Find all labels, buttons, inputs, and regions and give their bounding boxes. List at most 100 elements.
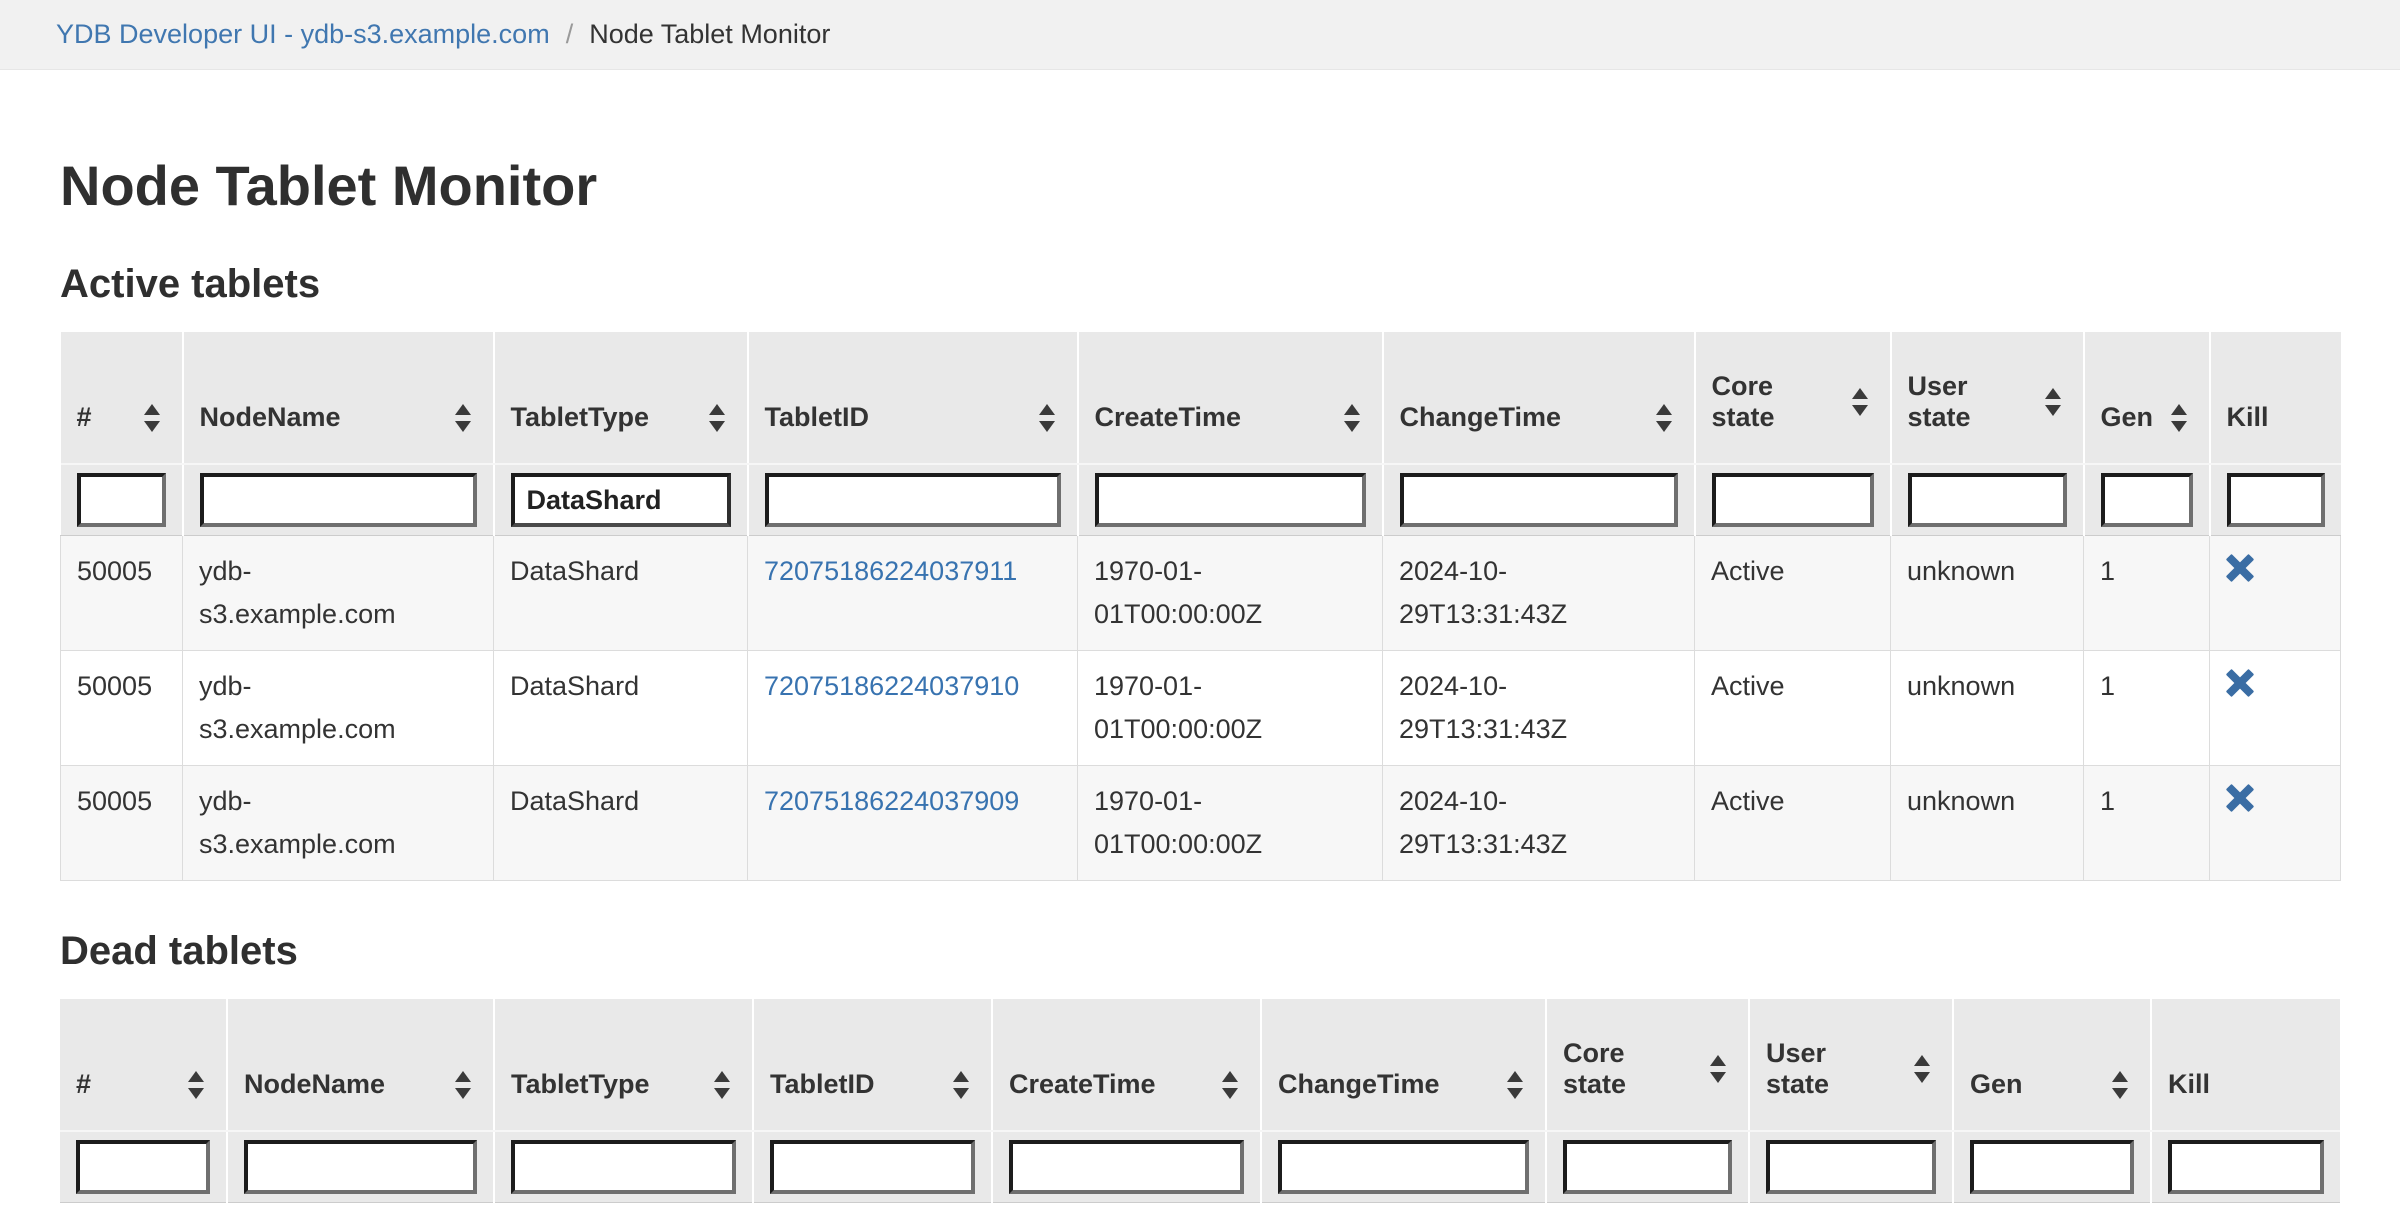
cell-corestate: Active — [1695, 651, 1891, 766]
dead-col-header-nodename[interactable]: NodeName — [227, 999, 494, 1131]
breadcrumb: YDB Developer UI - ydb-s3.example.com / … — [0, 0, 2400, 70]
sort-icon — [1222, 1071, 1238, 1099]
kill-button[interactable] — [2226, 784, 2254, 812]
dead-col-header-changetime[interactable]: ChangeTime — [1261, 999, 1546, 1131]
sort-icon — [2045, 388, 2061, 416]
active-filter-gen[interactable] — [2101, 473, 2193, 527]
breadcrumb-separator: / — [566, 19, 574, 50]
cell-createtime: 1970-01-01T00:00:00Z — [1078, 536, 1383, 651]
dead-col-header-corestate[interactable]: Core state — [1546, 999, 1749, 1131]
sort-icon — [455, 404, 471, 432]
kill-button[interactable] — [2226, 554, 2254, 582]
active-col-header-num[interactable]: # — [61, 332, 183, 464]
active-col-header-userstate[interactable]: User state — [1891, 332, 2084, 464]
dead-header-row: # NodeName TabletType TabletID CreateTim… — [60, 999, 2340, 1131]
tablet-id-link[interactable]: 72075186224037909 — [764, 786, 1019, 816]
sort-icon — [1710, 1055, 1726, 1083]
active-filter-changetime[interactable] — [1400, 473, 1678, 527]
dead-col-header-num[interactable]: # — [60, 999, 227, 1131]
dead-filter-createtime[interactable] — [1009, 1140, 1244, 1194]
cell-nodename: ydb-s3.example.com — [183, 536, 494, 651]
sort-icon — [1914, 1055, 1930, 1083]
active-col-header-kill: Kill — [2210, 332, 2341, 464]
dead-filter-num[interactable] — [76, 1140, 210, 1194]
dead-filter-gen[interactable] — [1970, 1140, 2134, 1194]
sort-icon — [1507, 1071, 1523, 1099]
active-col-header-tablettype[interactable]: TabletType — [494, 332, 748, 464]
dead-filter-row — [60, 1131, 2340, 1203]
cell-changetime: 2024-10-29T13:31:43Z — [1383, 766, 1695, 881]
dead-tablets-heading: Dead tablets — [60, 929, 2340, 973]
cell-nodename: ydb-s3.example.com — [183, 766, 494, 881]
dead-filter-kill[interactable] — [2168, 1140, 2324, 1194]
cell-num: 50005 — [61, 651, 183, 766]
sort-icon — [188, 1071, 204, 1099]
cell-changetime: 2024-10-29T13:31:43Z — [1383, 651, 1695, 766]
tablet-id-link[interactable]: 72075186224037910 — [764, 671, 1019, 701]
dead-col-header-kill: Kill — [2151, 999, 2340, 1131]
page-content: Node Tablet Monitor Active tablets # Nod… — [0, 158, 2400, 1203]
sort-icon — [709, 404, 725, 432]
active-filter-nodename[interactable] — [200, 473, 477, 527]
cell-gen: 1 — [2084, 651, 2210, 766]
dead-filter-corestate[interactable] — [1563, 1140, 1732, 1194]
dead-filter-userstate[interactable] — [1766, 1140, 1936, 1194]
table-row: 50005 ydb-s3.example.com DataShard 72075… — [61, 766, 2341, 881]
cell-createtime: 1970-01-01T00:00:00Z — [1078, 766, 1383, 881]
breadcrumb-root-link[interactable]: YDB Developer UI - ydb-s3.example.com — [56, 19, 550, 50]
sort-icon — [1344, 404, 1360, 432]
cell-tabletid: 72075186224037911 — [748, 536, 1078, 651]
cell-userstate: unknown — [1891, 651, 2084, 766]
cell-kill — [2210, 536, 2341, 651]
active-col-header-createtime[interactable]: CreateTime — [1078, 332, 1383, 464]
cell-kill — [2210, 766, 2341, 881]
active-filter-kill[interactable] — [2227, 473, 2325, 527]
dead-filter-changetime[interactable] — [1278, 1140, 1529, 1194]
dead-col-header-tablettype[interactable]: TabletType — [494, 999, 753, 1131]
dead-col-header-tabletid[interactable]: TabletID — [753, 999, 992, 1131]
cell-changetime: 2024-10-29T13:31:43Z — [1383, 536, 1695, 651]
cell-tabletid: 72075186224037909 — [748, 766, 1078, 881]
cell-kill — [2210, 651, 2341, 766]
active-col-header-tabletid[interactable]: TabletID — [748, 332, 1078, 464]
dead-col-header-createtime[interactable]: CreateTime — [992, 999, 1261, 1131]
cell-userstate: unknown — [1891, 766, 2084, 881]
page-title: Node Tablet Monitor — [60, 158, 2340, 214]
dead-col-header-gen[interactable]: Gen — [1953, 999, 2151, 1131]
sort-icon — [2171, 404, 2187, 432]
active-filter-tablettype[interactable] — [511, 473, 731, 527]
dead-filter-nodename[interactable] — [244, 1140, 477, 1194]
active-col-header-corestate[interactable]: Core state — [1695, 332, 1891, 464]
dead-filter-tablettype[interactable] — [511, 1140, 736, 1194]
active-filter-corestate[interactable] — [1712, 473, 1874, 527]
active-tablets-table: # NodeName TabletType TabletID CreateTim… — [60, 332, 2341, 881]
active-filter-userstate[interactable] — [1908, 473, 2067, 527]
tablet-id-link[interactable]: 72075186224037911 — [764, 556, 1017, 586]
dead-filter-tabletid[interactable] — [770, 1140, 975, 1194]
cell-nodename: ydb-s3.example.com — [183, 651, 494, 766]
active-filter-num[interactable] — [77, 473, 166, 527]
cell-tabletid: 72075186224037910 — [748, 651, 1078, 766]
dead-col-header-userstate[interactable]: User state — [1749, 999, 1953, 1131]
sort-icon — [144, 404, 160, 432]
active-filter-row — [61, 464, 2341, 536]
active-header-row: # NodeName TabletType TabletID CreateTim… — [61, 332, 2341, 464]
cell-tablettype: DataShard — [494, 651, 748, 766]
active-col-header-changetime[interactable]: ChangeTime — [1383, 332, 1695, 464]
table-row: 50005 ydb-s3.example.com DataShard 72075… — [61, 651, 2341, 766]
sort-icon — [1039, 404, 1055, 432]
active-tablets-heading: Active tablets — [60, 262, 2340, 306]
kill-x-icon — [2226, 554, 2254, 582]
breadcrumb-current: Node Tablet Monitor — [589, 19, 830, 50]
active-filter-tabletid[interactable] — [765, 473, 1061, 527]
cell-userstate: unknown — [1891, 536, 2084, 651]
active-col-header-gen[interactable]: Gen — [2084, 332, 2210, 464]
kill-x-icon — [2226, 784, 2254, 812]
cell-corestate: Active — [1695, 536, 1891, 651]
kill-button[interactable] — [2226, 669, 2254, 697]
active-filter-createtime[interactable] — [1095, 473, 1366, 527]
cell-tablettype: DataShard — [494, 536, 748, 651]
active-col-header-nodename[interactable]: NodeName — [183, 332, 494, 464]
sort-icon — [455, 1071, 471, 1099]
cell-num: 50005 — [61, 536, 183, 651]
